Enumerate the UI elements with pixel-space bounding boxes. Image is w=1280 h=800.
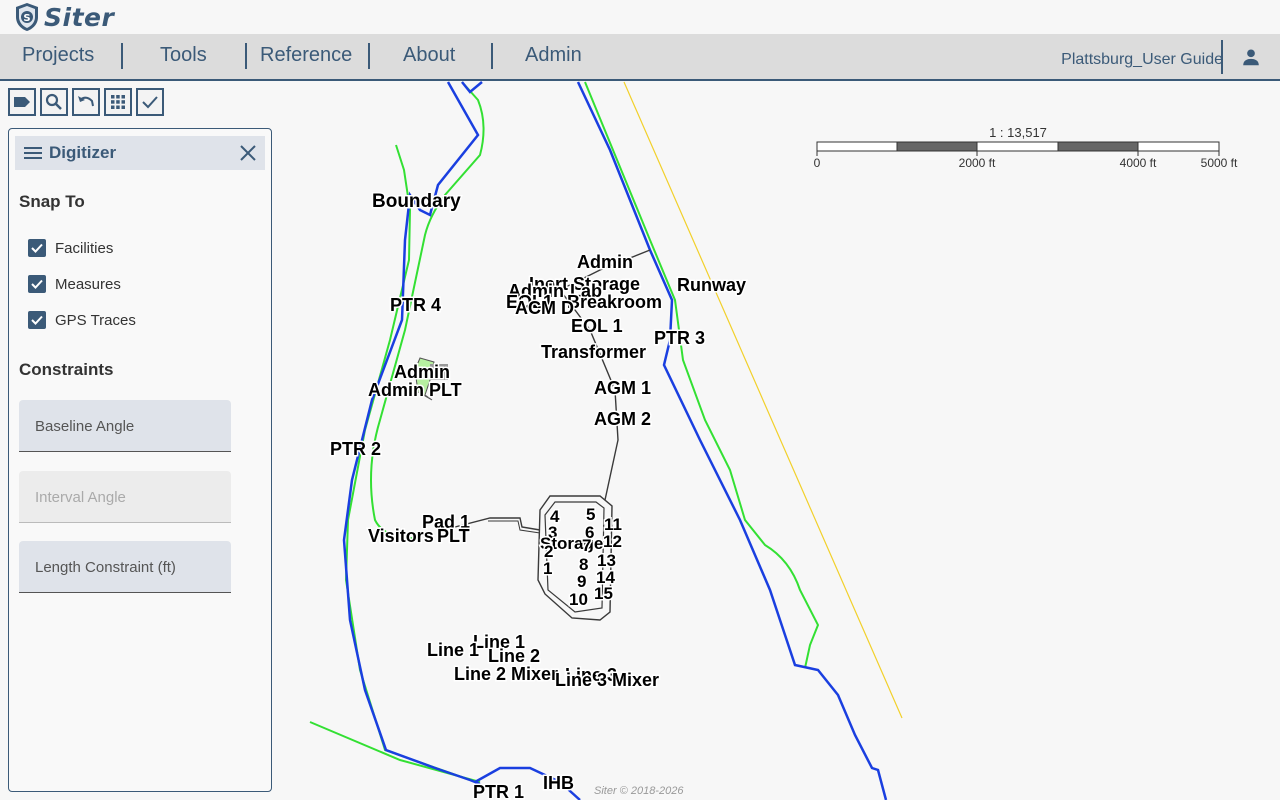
map-label: PTR 2 [330, 439, 381, 459]
gps-trace-east [584, 81, 820, 669]
search-icon [45, 93, 62, 110]
map-label: Admin [577, 252, 633, 272]
checkbox-label: GPS Traces [55, 311, 136, 329]
nav-divider [245, 43, 247, 69]
map-label: PLT [437, 526, 470, 546]
checkbox-checked[interactable] [28, 311, 46, 329]
undo-tool-button[interactable] [72, 88, 100, 116]
scale-ratio: 1 : 13,517 [989, 125, 1047, 140]
scale-tick: 4000 ft [1120, 156, 1157, 170]
check-tool-button[interactable] [136, 88, 164, 116]
check-icon [31, 243, 43, 253]
checkbox-checked[interactable] [28, 239, 46, 257]
grid-tool-button[interactable] [104, 88, 132, 116]
svg-text:S: S [23, 13, 30, 24]
map-label: 15 [594, 584, 613, 603]
checkbox-checked[interactable] [28, 275, 46, 293]
checkbox-label: Measures [55, 275, 121, 293]
boundary-line-east [576, 81, 888, 800]
map-label: PTR 1 [473, 782, 524, 800]
app-logo[interactable]: S Siter [14, 2, 114, 32]
map-toolbar [8, 88, 164, 116]
map-label: 9 [577, 572, 586, 591]
nav-divider [121, 43, 123, 69]
nav-divider [491, 43, 493, 69]
map-label: 1 [543, 559, 552, 578]
nav-divider [368, 43, 370, 69]
shield-logo-icon: S [16, 3, 38, 31]
map-label: Line 3 Mixer [555, 670, 659, 690]
map-label: Transformer [541, 342, 646, 362]
map-label: Admin [394, 362, 450, 382]
app-name: Siter [44, 2, 115, 32]
map-label: AGM 1 [594, 378, 651, 398]
map-label: IHB [543, 773, 574, 793]
nav-divider [1221, 40, 1223, 74]
digitizer-panel: Digitizer Snap To Facilities Measures GP… [8, 128, 272, 792]
map-label: 7 [582, 536, 591, 555]
snap-gps-traces-option[interactable]: GPS Traces [28, 311, 136, 329]
user-account-icon[interactable] [1240, 46, 1262, 68]
check-icon [31, 315, 43, 325]
nav-projects[interactable]: Projects [22, 44, 94, 67]
map-scale-bar: 1 : 13,517 0 2000 ft 4000 ft 5000 ft [810, 124, 1250, 174]
runway-line [623, 81, 903, 719]
grid-icon [111, 95, 125, 109]
map-label: Visitors [368, 526, 434, 546]
constraints-heading: Constraints [19, 360, 114, 379]
undo-icon [78, 96, 94, 107]
facility-road-pad-inner [488, 520, 541, 534]
interval-angle-field: Interval Angle [19, 471, 231, 523]
map-label: 12 [603, 532, 622, 551]
map-label: Line 2 Mixer [454, 664, 558, 684]
scale-tick: 5000 ft [1201, 156, 1238, 170]
nav-about[interactable]: About [403, 44, 455, 67]
map-label: AGM 2 [594, 409, 651, 429]
digitizer-header: Digitizer [15, 136, 265, 170]
length-constraint-field[interactable]: Length Constraint (ft) [19, 541, 231, 593]
map-label: PTR 4 [390, 295, 441, 315]
nav-admin[interactable]: Admin [525, 44, 582, 67]
map-label: Breakroom [567, 292, 662, 312]
menu-icon[interactable] [23, 143, 43, 163]
check-icon [31, 279, 43, 289]
map-label: PTR 3 [654, 328, 705, 348]
boundary-line-north [461, 81, 483, 94]
snap-measures-option[interactable]: Measures [28, 275, 121, 293]
app-header: S Siter [0, 0, 1280, 34]
scale-tick: 2000 ft [959, 156, 996, 170]
label-tool-button[interactable] [8, 88, 36, 116]
nav-reference[interactable]: Reference [260, 44, 352, 67]
map-label: 10 [569, 590, 588, 609]
map-label: ACM D [515, 298, 574, 318]
checkbox-label: Facilities [55, 239, 114, 257]
check-icon [142, 96, 158, 109]
close-icon[interactable] [240, 145, 256, 161]
tag-icon [14, 97, 30, 107]
snap-facilities-option[interactable]: Facilities [28, 239, 113, 257]
map-label: 5 [586, 505, 595, 524]
snap-to-heading: Snap To [19, 192, 85, 211]
scale-tick: 0 [814, 156, 821, 170]
map-label: Boundary [372, 191, 461, 212]
copyright-text: Siter © 2018-2026 [594, 785, 684, 797]
main-nav: Projects Tools Reference About Admin Pla… [0, 34, 1280, 81]
map-label: Line 1 [427, 640, 479, 660]
map-label: Line 2 [488, 646, 540, 666]
map-label: EOL 1 [571, 316, 623, 336]
digitizer-title: Digitizer [49, 143, 117, 162]
map-label: Runway [677, 275, 746, 295]
user-guide-link[interactable]: Plattsburg_User Guide [1061, 51, 1223, 69]
baseline-angle-field[interactable]: Baseline Angle [19, 400, 231, 452]
nav-tools[interactable]: Tools [160, 44, 207, 67]
map-label: Admin PLT [368, 380, 462, 400]
search-tool-button[interactable] [40, 88, 68, 116]
